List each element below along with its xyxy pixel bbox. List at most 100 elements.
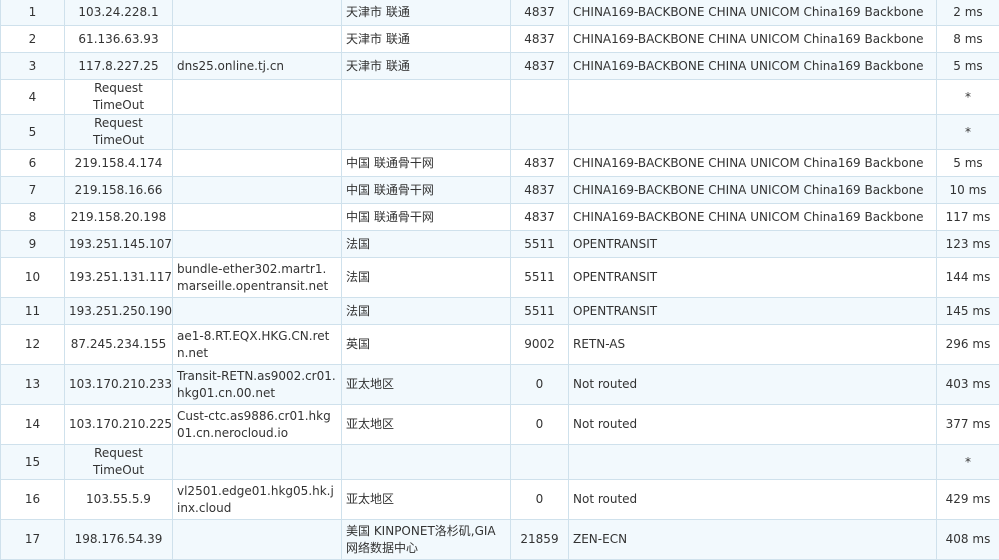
latency-cell: 429 ms bbox=[937, 480, 999, 520]
hostname-cell: vl2501.edge01.hkg05.hk.jinx.cloud bbox=[173, 480, 342, 520]
ip-address-cell: 87.245.234.155 bbox=[65, 325, 173, 365]
hop-number-cell: 1 bbox=[1, 0, 65, 26]
asn-cell: 5511 bbox=[511, 258, 569, 298]
hop-number-cell: 7 bbox=[1, 177, 65, 204]
ip-address-cell: 103.170.210.233 bbox=[65, 365, 173, 405]
location-cell: 亚太地区 bbox=[342, 405, 511, 445]
hostname-cell bbox=[173, 115, 342, 150]
hop-number-cell: 9 bbox=[1, 231, 65, 258]
table-row: 10193.251.131.117bundle-ether302.martr1.… bbox=[1, 258, 999, 298]
isp-name-cell: CHINA169-BACKBONE CHINA UNICOM China169 … bbox=[569, 26, 937, 53]
isp-name-cell: CHINA169-BACKBONE CHINA UNICOM China169 … bbox=[569, 53, 937, 80]
table-row: 14103.170.210.225Cust-ctc.as9886.cr01.hk… bbox=[1, 405, 999, 445]
hop-number-cell: 13 bbox=[1, 365, 65, 405]
table-row: 15Request TimeOut* bbox=[1, 445, 999, 480]
location-cell: 亚太地区 bbox=[342, 480, 511, 520]
table-row: 1287.245.234.155ae1-8.RT.EQX.HKG.CN.retn… bbox=[1, 325, 999, 365]
ip-address-cell: 117.8.227.25 bbox=[65, 53, 173, 80]
isp-name-cell: CHINA169-BACKBONE CHINA UNICOM China169 … bbox=[569, 0, 937, 26]
isp-name-cell: CHINA169-BACKBONE CHINA UNICOM China169 … bbox=[569, 177, 937, 204]
latency-cell: 145 ms bbox=[937, 298, 999, 325]
asn-cell: 4837 bbox=[511, 204, 569, 231]
isp-name-cell: Not routed bbox=[569, 365, 937, 405]
table-row: 261.136.63.93天津市 联通4837CHINA169-BACKBONE… bbox=[1, 26, 999, 53]
ip-address-cell: 103.55.5.9 bbox=[65, 480, 173, 520]
hostname-cell bbox=[173, 80, 342, 115]
latency-cell: 10 ms bbox=[937, 177, 999, 204]
hop-number-cell: 4 bbox=[1, 80, 65, 115]
asn-cell bbox=[511, 115, 569, 150]
latency-cell: * bbox=[937, 80, 999, 115]
location-cell bbox=[342, 80, 511, 115]
hop-number-cell: 11 bbox=[1, 298, 65, 325]
ip-address-cell: 193.251.145.107 bbox=[65, 231, 173, 258]
latency-cell: 5 ms bbox=[937, 53, 999, 80]
location-cell: 中国 联通骨干网 bbox=[342, 204, 511, 231]
hostname-cell bbox=[173, 298, 342, 325]
asn-cell: 4837 bbox=[511, 53, 569, 80]
location-cell: 法国 bbox=[342, 258, 511, 298]
hop-number-cell: 17 bbox=[1, 520, 65, 560]
hostname-cell: ae1-8.RT.EQX.HKG.CN.retn.net bbox=[173, 325, 342, 365]
isp-name-cell: OPENTRANSIT bbox=[569, 298, 937, 325]
asn-cell bbox=[511, 445, 569, 480]
table-row: 7219.158.16.66中国 联通骨干网4837CHINA169-BACKB… bbox=[1, 177, 999, 204]
table-row: 13103.170.210.233Transit-RETN.as9002.cr0… bbox=[1, 365, 999, 405]
hostname-cell bbox=[173, 26, 342, 53]
latency-cell: 296 ms bbox=[937, 325, 999, 365]
ip-address-cell: 193.251.250.190 bbox=[65, 298, 173, 325]
table-row: 16103.55.5.9vl2501.edge01.hkg05.hk.jinx.… bbox=[1, 480, 999, 520]
ip-address-cell: Request TimeOut bbox=[65, 115, 173, 150]
asn-cell: 0 bbox=[511, 480, 569, 520]
table-row: 6219.158.4.174中国 联通骨干网4837CHINA169-BACKB… bbox=[1, 150, 999, 177]
isp-name-cell: Not routed bbox=[569, 480, 937, 520]
ip-address-cell: 193.251.131.117 bbox=[65, 258, 173, 298]
asn-cell: 5511 bbox=[511, 298, 569, 325]
asn-cell: 4837 bbox=[511, 150, 569, 177]
latency-cell: 408 ms bbox=[937, 520, 999, 560]
table-row: 4Request TimeOut * bbox=[1, 80, 999, 115]
asn-cell: 0 bbox=[511, 405, 569, 445]
ip-address-cell: 219.158.16.66 bbox=[65, 177, 173, 204]
traceroute-table: 1103.24.228.1天津市 联通4837CHINA169-BACKBONE… bbox=[0, 0, 999, 560]
location-cell: 亚太地区 bbox=[342, 365, 511, 405]
location-cell: 天津市 联通 bbox=[342, 26, 511, 53]
location-cell: 中国 联通骨干网 bbox=[342, 177, 511, 204]
hostname-cell: dns25.online.tj.cn bbox=[173, 53, 342, 80]
ip-address-cell: Request TimeOut bbox=[65, 80, 173, 115]
location-cell: 法国 bbox=[342, 298, 511, 325]
hostname-cell: bundle-ether302.martr1.marseille.opentra… bbox=[173, 258, 342, 298]
asn-cell: 21859 bbox=[511, 520, 569, 560]
latency-cell: 377 ms bbox=[937, 405, 999, 445]
isp-name-cell: OPENTRANSIT bbox=[569, 258, 937, 298]
hop-number-cell: 8 bbox=[1, 204, 65, 231]
hop-number-cell: 2 bbox=[1, 26, 65, 53]
location-cell: 天津市 联通 bbox=[342, 53, 511, 80]
ip-address-cell: 198.176.54.39 bbox=[65, 520, 173, 560]
hostname-cell bbox=[173, 231, 342, 258]
hop-number-cell: 15 bbox=[1, 445, 65, 480]
latency-cell: * bbox=[937, 445, 999, 480]
latency-cell: 144 ms bbox=[937, 258, 999, 298]
hostname-cell bbox=[173, 204, 342, 231]
table-row: 11193.251.250.190 法国5511OPENTRANSIT145 ms bbox=[1, 298, 999, 325]
asn-cell: 5511 bbox=[511, 231, 569, 258]
hostname-cell bbox=[173, 520, 342, 560]
location-cell bbox=[342, 445, 511, 480]
ip-address-cell: 61.136.63.93 bbox=[65, 26, 173, 53]
isp-name-cell: Not routed bbox=[569, 405, 937, 445]
location-cell: 法国 bbox=[342, 231, 511, 258]
latency-cell: 403 ms bbox=[937, 365, 999, 405]
location-cell: 英国 bbox=[342, 325, 511, 365]
table-row: 9193.251.145.107 法国5511OPENTRANSIT123 ms bbox=[1, 231, 999, 258]
isp-name-cell bbox=[569, 445, 937, 480]
traceroute-body: 1103.24.228.1天津市 联通4837CHINA169-BACKBONE… bbox=[1, 0, 999, 560]
latency-cell: 123 ms bbox=[937, 231, 999, 258]
hop-number-cell: 10 bbox=[1, 258, 65, 298]
isp-name-cell: OPENTRANSIT bbox=[569, 231, 937, 258]
hop-number-cell: 6 bbox=[1, 150, 65, 177]
latency-cell: * bbox=[937, 115, 999, 150]
isp-name-cell: CHINA169-BACKBONE CHINA UNICOM China169 … bbox=[569, 204, 937, 231]
hop-number-cell: 14 bbox=[1, 405, 65, 445]
asn-cell bbox=[511, 80, 569, 115]
